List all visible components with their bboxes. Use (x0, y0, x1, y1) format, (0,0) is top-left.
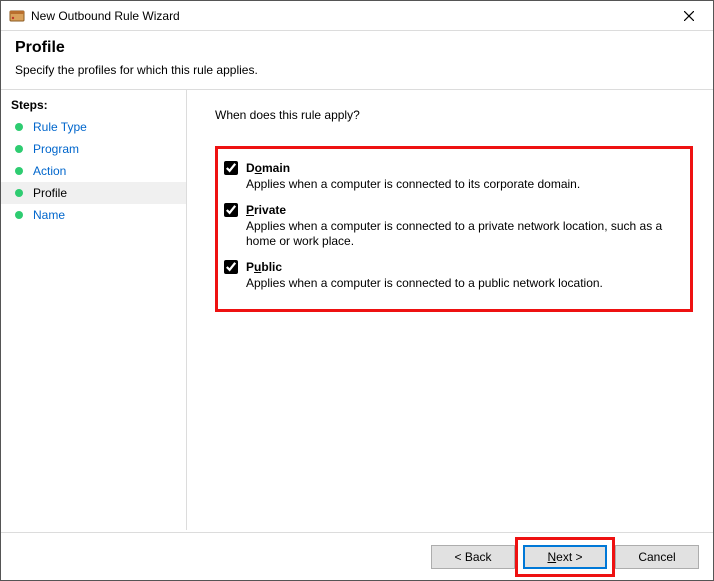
domain-label[interactable]: Domain (246, 161, 290, 175)
wizard-footer: < Back Next > Cancel (1, 532, 713, 580)
step-bullet-icon (15, 189, 23, 197)
step-bullet-icon (15, 145, 23, 153)
step-label: Action (33, 164, 66, 178)
public-checkbox[interactable] (224, 260, 238, 274)
private-checkbox[interactable] (224, 203, 238, 217)
public-label[interactable]: Public (246, 260, 282, 274)
private-description: Applies when a computer is connected to … (246, 219, 684, 250)
app-icon (9, 8, 25, 24)
step-action[interactable]: Action (1, 160, 186, 182)
step-bullet-icon (15, 123, 23, 131)
step-label: Name (33, 208, 65, 222)
domain-description: Applies when a computer is connected to … (246, 177, 684, 193)
step-rule-type[interactable]: Rule Type (1, 116, 186, 138)
back-label: < Back (454, 550, 491, 564)
profile-option-public: Public Applies when a computer is connect… (220, 260, 684, 292)
profile-options-group: Domain Applies when a computer is connect… (215, 146, 693, 312)
wizard-main: When does this rule apply? Domain Applies… (187, 90, 713, 530)
close-button[interactable] (669, 2, 709, 30)
step-label: Program (33, 142, 79, 156)
step-bullet-icon (15, 211, 23, 219)
step-program[interactable]: Program (1, 138, 186, 160)
page-title: Profile (15, 39, 699, 57)
page-description: Specify the profiles for which this rule… (15, 63, 699, 77)
steps-title: Steps: (1, 94, 186, 116)
title-bar: New Outbound Rule Wizard (1, 1, 713, 31)
step-profile: Profile (1, 182, 186, 204)
step-label: Rule Type (33, 120, 87, 134)
close-icon (684, 11, 694, 21)
steps-sidebar: Steps: Rule Type Program Action Profile Name (1, 90, 187, 530)
domain-checkbox[interactable] (224, 161, 238, 175)
cancel-button[interactable]: Cancel (615, 545, 699, 569)
question-text: When does this rule apply? (215, 108, 693, 122)
back-button[interactable]: < Back (431, 545, 515, 569)
private-label[interactable]: Private (246, 203, 286, 217)
step-label: Profile (33, 186, 67, 200)
step-bullet-icon (15, 167, 23, 175)
wizard-body: Steps: Rule Type Program Action Profile Name… (1, 89, 713, 530)
next-label: Next > (547, 550, 582, 564)
window-title: New Outbound Rule Wizard (31, 9, 669, 23)
profile-option-domain: Domain Applies when a computer is connect… (220, 161, 684, 193)
step-name[interactable]: Name (1, 204, 186, 226)
wizard-header: Profile Specify the profiles for which t… (1, 31, 713, 89)
next-button[interactable]: Next > (523, 545, 607, 569)
public-description: Applies when a computer is connected to … (246, 276, 684, 292)
profile-option-private: Private Applies when a computer is connec… (220, 203, 684, 250)
